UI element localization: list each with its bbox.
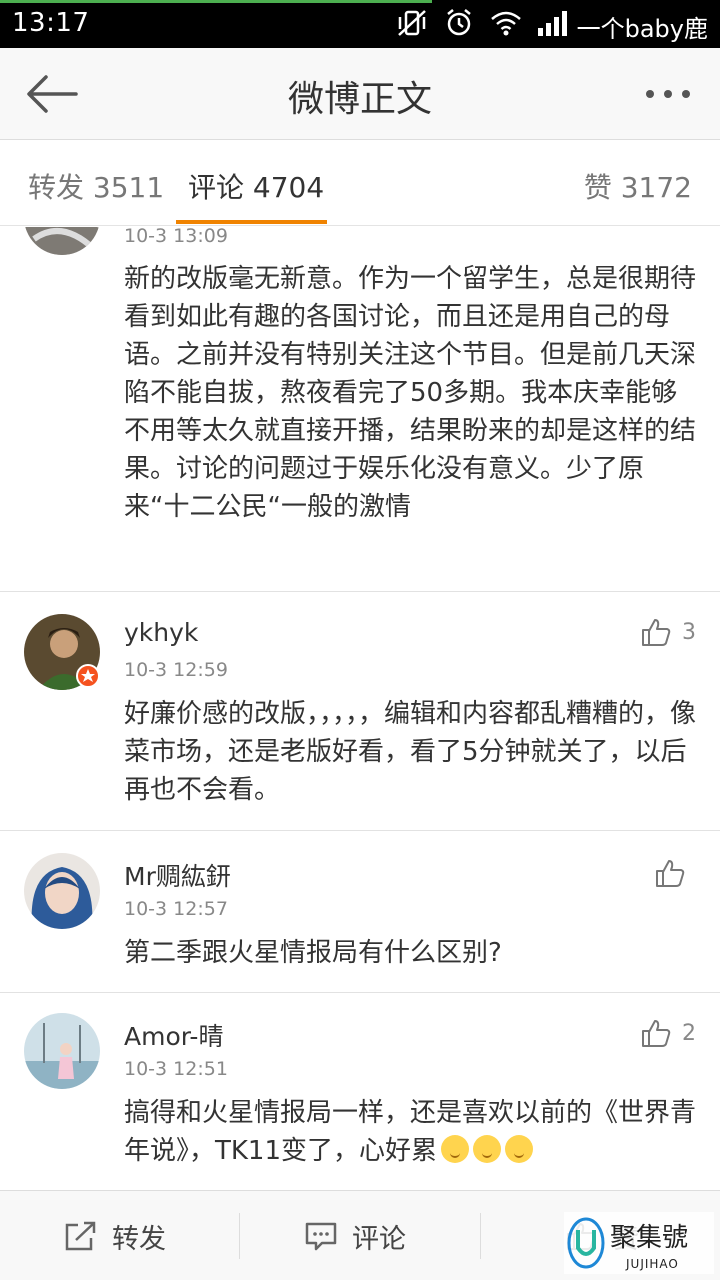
comment-list[interactable]: 10-3 13:09 新的改版毫无新意。作为一个留学生，总是很期待看到如此有趣的… (0, 227, 720, 1190)
commenter-name[interactable]: Mr赒紘鈃 (124, 857, 231, 893)
loading-progress-bar (0, 0, 432, 3)
watermark-logo: 聚集號 JUJIHAO (564, 1212, 714, 1274)
status-bar: 13:17 一个baby鹿 (0, 0, 720, 48)
bottom-toolbar: 转发 评论 赞 聚集號 JUJIHAO (0, 1190, 720, 1280)
commenter-name[interactable]: ykhyk (124, 618, 198, 647)
alarm-clock-icon (447, 9, 471, 36)
watermark-title: 聚集號 (610, 1223, 688, 1253)
watermark-icon: 聚集號 JUJIHAO (564, 1212, 714, 1274)
active-tab-indicator (176, 220, 327, 224)
carrier-name: 一个baby鹿 (576, 15, 708, 43)
toolbar-divider (239, 1213, 240, 1259)
comment-text-content: 搞得和火星情报局一样，还是喜欢以前的《世界青年说》，TK11变了，心好累 (124, 1098, 697, 1166)
more-options-button[interactable] (644, 82, 692, 106)
emoji-icon (441, 1135, 470, 1163)
tab-comments[interactable]: 评论 4704 (188, 166, 324, 206)
thumbs-up-icon (642, 1020, 671, 1047)
wifi-icon (491, 11, 521, 36)
avatar[interactable] (24, 1013, 100, 1089)
comment-time: 10-3 12:57 (124, 898, 228, 920)
emoji-icon (505, 1135, 534, 1163)
comment-time: 10-3 12:51 (124, 1058, 228, 1080)
comment-label: 评论 (352, 1223, 406, 1255)
thumbs-up-icon (656, 860, 685, 887)
comment-item: Mr赒紘鈃 10-3 12:57 第二季跟火星情报局有什么区别? (0, 831, 720, 993)
vibrate-off-icon (398, 10, 426, 36)
watermark-subtitle: JUJIHAO (625, 1257, 679, 1271)
comment-text: 第二季跟火星情报局有什么区别? (124, 938, 502, 968)
avatar-image (24, 227, 100, 255)
like-button[interactable]: 3 (640, 616, 696, 648)
comment-item: ykhyk 10-3 12:59 3 好廉价感的改版，，，，，编辑和内容都乱糟糟… (0, 592, 720, 831)
like-button[interactable]: 2 (640, 1017, 696, 1049)
tab-reposts[interactable]: 转发 3511 (28, 166, 164, 206)
signal-icon (538, 11, 567, 36)
verified-badge-icon (76, 664, 100, 688)
comment-time: 10-3 12:59 (124, 659, 228, 681)
repost-icon (65, 1221, 96, 1251)
thumbs-up-icon (642, 619, 671, 646)
comment-item: 10-3 13:09 新的改版毫无新意。作为一个留学生，总是很期待看到如此有趣的… (0, 227, 720, 592)
like-count: 2 (682, 1020, 696, 1046)
status-time: 13:17 (12, 8, 90, 38)
comment-item: Amor-晴 10-3 12:51 2 搞得和火星情报局一样，还是喜欢以前的《世… (0, 993, 720, 1190)
avatar-image (24, 1013, 100, 1089)
more-dots-icon (646, 90, 690, 98)
avatar[interactable] (24, 227, 100, 255)
repost-button[interactable]: 转发 (64, 1191, 166, 1280)
comment-text: 新的改版毫无新意。作为一个留学生，总是很期待看到如此有趣的各国讨论，而且还是用自… (124, 264, 697, 522)
avatar[interactable] (24, 853, 100, 929)
page-title: 微博正文 (287, 79, 432, 120)
comment-text: 好廉价感的改版，，，，，编辑和内容都乱糟糟的，像菜市场，还是老版好看，看了5分钟… (124, 699, 697, 805)
comment-icon (305, 1222, 337, 1251)
repost-label: 转发 (112, 1223, 166, 1255)
tab-likes[interactable]: 赞 3172 (584, 166, 692, 206)
comment-time: 10-3 13:09 (124, 227, 228, 247)
toolbar-divider (480, 1213, 481, 1259)
status-icons (396, 8, 570, 38)
comment-text: 搞得和火星情报局一样，还是喜欢以前的《世界青年说》，TK11变了，心好累 (124, 1094, 699, 1170)
emoji-icon (473, 1135, 502, 1163)
like-button[interactable] (654, 857, 696, 889)
commenter-name[interactable]: Amor-晴 (124, 1017, 223, 1053)
comment-button[interactable]: 评论 (304, 1191, 406, 1280)
like-count: 3 (682, 619, 696, 645)
title-bar: 微博正文 (0, 48, 720, 140)
detail-tabs: 转发 3511 评论 4704 赞 3172 (0, 140, 720, 226)
avatar-image (24, 853, 100, 929)
